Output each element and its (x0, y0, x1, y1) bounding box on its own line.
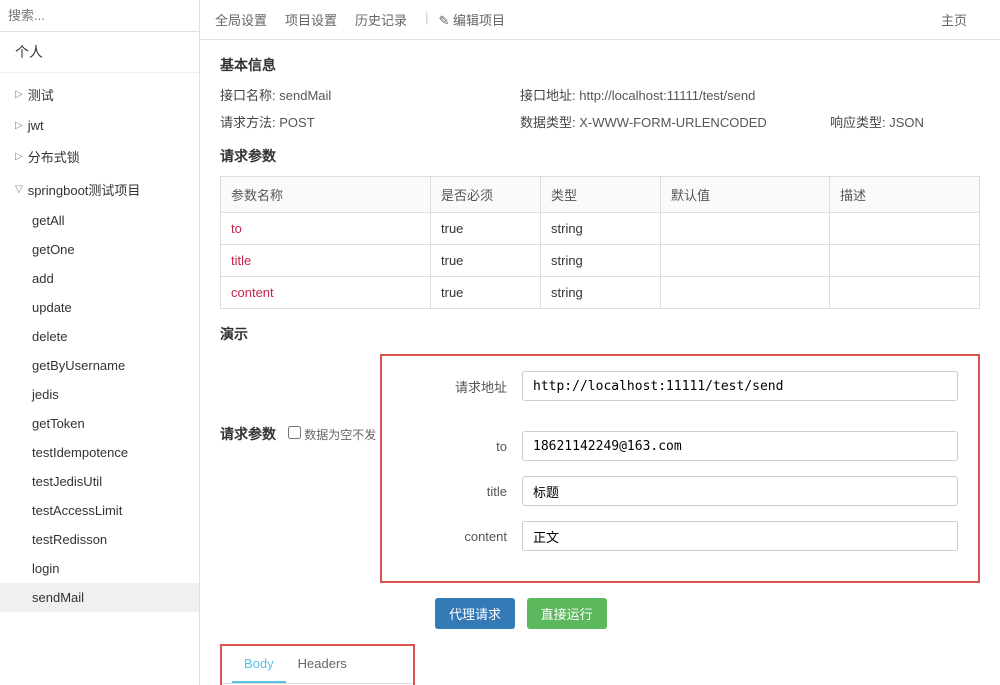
col-type: 类型 (541, 177, 661, 213)
demo-box: 请求地址 to title content (380, 354, 980, 583)
api-resptype-value: JSON (889, 115, 924, 130)
api-url-label: 接口地址: (520, 88, 576, 103)
req-params-label: 请求参数 数据为空不发 (220, 424, 376, 444)
tree-leaf-add[interactable]: add (0, 264, 199, 293)
table-row: titletruestring (221, 245, 980, 277)
tree-leaf-jedis[interactable]: jedis (0, 380, 199, 409)
tree-node-test[interactable]: ▷ 测试 (0, 78, 199, 111)
demo-to-input[interactable] (522, 431, 958, 461)
tree-node-label: springboot测试项目 (28, 180, 141, 199)
response-tabs: Body Headers (222, 646, 413, 684)
api-datatype-value: X-WWW-FORM-URLENCODED (579, 115, 767, 130)
tree-node-jwt[interactable]: ▷ jwt (0, 111, 199, 140)
tree-leaf-getall[interactable]: getAll (0, 206, 199, 235)
demo-title-input[interactable] (522, 476, 958, 506)
tree-leaf-getone[interactable]: getOne (0, 235, 199, 264)
edit-icon: ✎ (438, 13, 449, 28)
sidebar: 个人 ▷ 测试 ▷ jwt ▷ 分布式锁 ▽ springboot测试项目 getAll… (0, 0, 200, 685)
caret-down-icon: ▽ (15, 184, 23, 195)
col-required: 是否必须 (431, 177, 541, 213)
caret-right-icon: ▷ (15, 89, 23, 100)
main-area: 全局设置 项目设置 历史记录 | ✎ 编辑项目 主页 基本信息 接口名称: se… (200, 0, 1000, 685)
tree-node-lock[interactable]: ▷ 分布式锁 (0, 140, 199, 173)
basic-info-title: 基本信息 (220, 55, 980, 75)
demo-title: 演示 (220, 324, 980, 344)
table-row: contenttruestring (221, 277, 980, 309)
table-row: totruestring (221, 213, 980, 245)
tree-leaf-testaccesslimit[interactable]: testAccessLimit (0, 496, 199, 525)
sidebar-personal-label: 个人 (0, 32, 199, 73)
tree-leaf-testidempotence[interactable]: testIdempotence (0, 438, 199, 467)
api-datatype-label: 数据类型: (520, 115, 576, 130)
tree-leaf-testredisson[interactable]: testRedisson (0, 525, 199, 554)
caret-right-icon: ▷ (15, 151, 23, 162)
demo-content-input[interactable] (522, 521, 958, 551)
api-resptype-label: 响应类型: (830, 115, 886, 130)
tree-leaf-update[interactable]: update (0, 293, 199, 322)
api-name-label: 接口名称: (220, 88, 276, 103)
proxy-request-button[interactable]: 代理请求 (435, 598, 515, 629)
tree-leaf-gettoken[interactable]: getToken (0, 409, 199, 438)
empty-not-send-checkbox[interactable]: 数据为空不发 (288, 428, 376, 442)
topbar: 全局设置 项目设置 历史记录 | ✎ 编辑项目 主页 (200, 0, 1000, 40)
params-table: 参数名称 是否必须 类型 默认值 描述 totruestring titletr… (220, 176, 980, 309)
topbar-project[interactable]: 项目设置 (285, 10, 337, 29)
col-default: 默认值 (661, 177, 830, 213)
topbar-global[interactable]: 全局设置 (215, 10, 267, 29)
api-method-label: 请求方法: (220, 115, 276, 130)
tree-leaf-testjedisutil[interactable]: testJedisUtil (0, 467, 199, 496)
col-name: 参数名称 (221, 177, 431, 213)
demo-url-input[interactable] (522, 371, 958, 401)
api-name-value: sendMail (279, 88, 331, 103)
tree-leaf-delete[interactable]: delete (0, 322, 199, 351)
direct-run-button[interactable]: 直接运行 (527, 598, 607, 629)
tree-node-label: jwt (28, 118, 44, 133)
topbar-edit[interactable]: ✎ 编辑项目 (438, 10, 505, 29)
caret-right-icon: ▷ (15, 120, 23, 131)
api-method-value: POST (279, 115, 314, 130)
content: 基本信息 接口名称: sendMail 接口地址: http://localho… (200, 40, 1000, 685)
tree-node-springboot[interactable]: ▽ springboot测试项目 (0, 173, 199, 206)
params-title: 请求参数 (220, 146, 980, 166)
search-input[interactable] (8, 8, 191, 23)
search-box (0, 0, 199, 32)
tab-body[interactable]: Body (232, 646, 286, 683)
tree-node-label: 分布式锁 (28, 147, 80, 166)
tab-headers[interactable]: Headers (286, 646, 359, 683)
tree-leaf-getbyusername[interactable]: getByUsername (0, 351, 199, 380)
demo-content-label: content (437, 529, 507, 544)
response-box: Body Headers {⊟ "status": 0, "msg": "邮件发… (220, 644, 415, 685)
separator: | (425, 10, 428, 29)
topbar-history[interactable]: 历史记录 (355, 10, 407, 29)
tree-children: getAll getOne add update delete getByUse… (0, 206, 199, 612)
demo-to-label: to (437, 439, 507, 454)
api-url-value: http://localhost:11111/test/send (579, 88, 755, 103)
demo-title-label: title (437, 484, 507, 499)
sidebar-tree: ▷ 测试 ▷ jwt ▷ 分布式锁 ▽ springboot测试项目 getAll ge… (0, 73, 199, 617)
tree-leaf-login[interactable]: login (0, 554, 199, 583)
tree-node-label: 测试 (28, 85, 54, 104)
tree-leaf-sendmail[interactable]: sendMail (0, 583, 199, 612)
demo-url-label: 请求地址 (437, 377, 507, 396)
topbar-home[interactable]: 主页 (941, 10, 967, 29)
col-desc: 描述 (830, 177, 980, 213)
